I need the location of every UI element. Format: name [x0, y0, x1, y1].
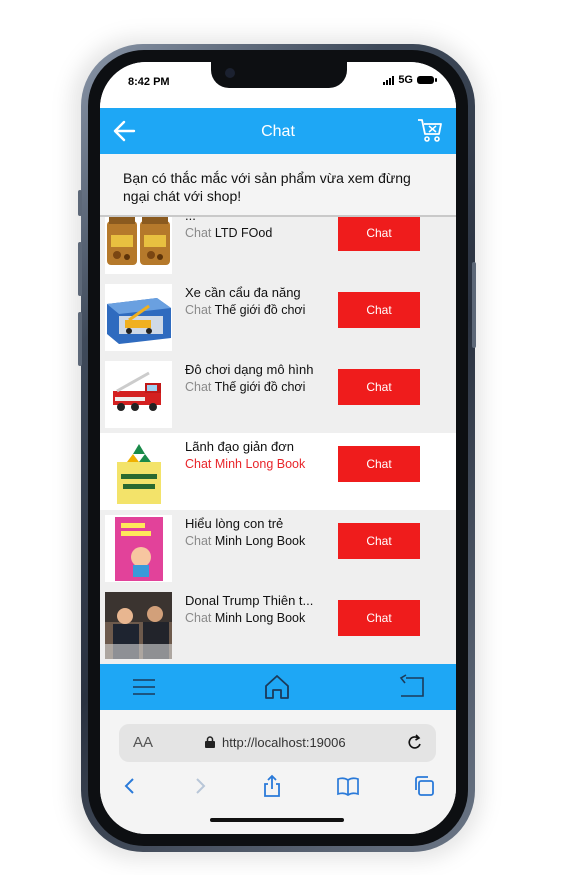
home-icon — [265, 675, 289, 699]
lock-icon — [205, 736, 215, 748]
power-button — [472, 262, 476, 348]
phone-screen: 8:42 PM 5G Chat Bạn có thắc mắc với sản — [100, 62, 456, 834]
product-name: ... — [185, 217, 330, 223]
chat-button[interactable]: Chat — [338, 446, 420, 482]
list-item[interactable]: Lãnh đạo giản đơn Chat Minh Long Book Ch… — [100, 433, 456, 510]
chat-button[interactable]: Chat — [338, 523, 420, 559]
network-label: 5G — [398, 74, 413, 86]
home-button[interactable] — [263, 673, 291, 701]
return-button[interactable] — [398, 673, 426, 701]
product-shop: Chat Minh Long Book — [185, 534, 305, 548]
return-icon — [399, 674, 424, 697]
product-name: Đô chơi dạng mô hình — [185, 362, 314, 377]
chat-button[interactable]: Chat — [338, 369, 420, 405]
chat-label: Chat — [185, 534, 212, 548]
status-time: 8:42 PM — [128, 76, 170, 88]
tabs-icon — [415, 776, 434, 796]
chat-button[interactable]: Chat — [338, 217, 420, 251]
bookmarks-button[interactable] — [336, 774, 360, 798]
chat-button[interactable]: Chat — [338, 600, 420, 636]
chat-label: Chat — [185, 226, 212, 240]
shop-name: Minh Long Book — [214, 457, 306, 471]
text-size-button[interactable]: AA — [133, 734, 153, 751]
list-item[interactable]: ... Chat LTD FOod Chat — [100, 217, 456, 279]
chat-label: Chat — [185, 380, 212, 394]
back-icon — [124, 778, 134, 794]
product-chat-list: ... Chat LTD FOod Chat Xe cần cẩu đa năn… — [100, 217, 456, 664]
side-button — [78, 190, 82, 216]
list-item[interactable]: Đô chơi dạng mô hình Chat Thế giới đồ ch… — [100, 356, 456, 433]
product-thumbnail — [105, 438, 172, 505]
chat-label: Chat — [185, 303, 212, 317]
forward-icon — [196, 778, 206, 794]
browser-toolbar: AA http://localhost:19006 — [100, 710, 456, 834]
list-item[interactable]: Hiểu lòng con trẻ Chat Minh Long Book Ch… — [100, 510, 456, 587]
menu-icon — [133, 679, 155, 695]
product-shop: Chat Thế giới đồ chơi — [185, 380, 305, 394]
shop-name: Thế giới đồ chơi — [214, 303, 306, 317]
cart-icon — [418, 119, 442, 142]
reload-icon — [408, 734, 421, 749]
home-indicator — [210, 818, 344, 822]
menu-button[interactable] — [130, 673, 158, 701]
camera-icon — [225, 68, 235, 78]
cart-button[interactable] — [416, 116, 444, 144]
volume-down-button — [78, 312, 82, 366]
list-item[interactable]: Donal Trump Thiên t... Chat Minh Long Bo… — [100, 587, 456, 664]
browser-back-button[interactable] — [118, 774, 142, 798]
share-button[interactable] — [260, 774, 284, 798]
chat-label: Chat — [185, 457, 212, 471]
product-thumbnail — [105, 217, 172, 274]
chat-notice: Bạn có thắc mắc với sản phẩm vừa xem đừn… — [100, 154, 456, 217]
product-thumbnail — [105, 515, 172, 582]
product-name: Donal Trump Thiên t... — [185, 593, 314, 608]
chat-button[interactable]: Chat — [338, 292, 420, 328]
page-title: Chat — [261, 123, 295, 140]
browser-forward-button[interactable] — [188, 774, 212, 798]
volume-up-button — [78, 242, 82, 296]
signal-icon — [383, 75, 395, 85]
shop-name: Thế giới đồ chơi — [214, 380, 306, 394]
tabs-button[interactable] — [412, 774, 436, 798]
battery-icon — [417, 76, 437, 84]
app-header: Chat — [100, 108, 456, 154]
address-bar[interactable]: AA http://localhost:19006 — [119, 724, 436, 762]
product-thumbnail — [105, 592, 172, 659]
notch — [211, 62, 347, 88]
product-thumbnail — [105, 284, 172, 351]
product-name: Hiểu lòng con trẻ — [185, 516, 284, 531]
bottom-navigation — [100, 664, 456, 710]
product-thumbnail — [105, 361, 172, 428]
url-text: http://localhost:19006 — [222, 735, 346, 750]
product-name: Lãnh đạo giản đơn — [185, 439, 295, 454]
product-shop: Chat Thế giới đồ chơi — [185, 303, 305, 317]
product-shop: Chat Minh Long Book — [185, 457, 305, 471]
reload-button[interactable] — [406, 733, 424, 753]
product-shop: Chat LTD FOod — [185, 226, 272, 240]
notice-text: Bạn có thắc mắc với sản phẩm vừa xem đừn… — [123, 170, 411, 204]
product-shop: Chat Minh Long Book — [185, 611, 305, 625]
shop-name: Minh Long Book — [214, 534, 306, 548]
shop-name: Minh Long Book — [214, 611, 306, 625]
share-icon — [264, 774, 280, 797]
product-name: Xe cần cẩu đa năng — [185, 285, 301, 300]
bookmarks-icon — [337, 777, 359, 797]
chat-label: Chat — [185, 611, 212, 625]
shop-name: LTD FOod — [214, 226, 273, 240]
list-item[interactable]: Xe cần cẩu đa năng Chat Thế giới đồ chơi… — [100, 279, 456, 356]
